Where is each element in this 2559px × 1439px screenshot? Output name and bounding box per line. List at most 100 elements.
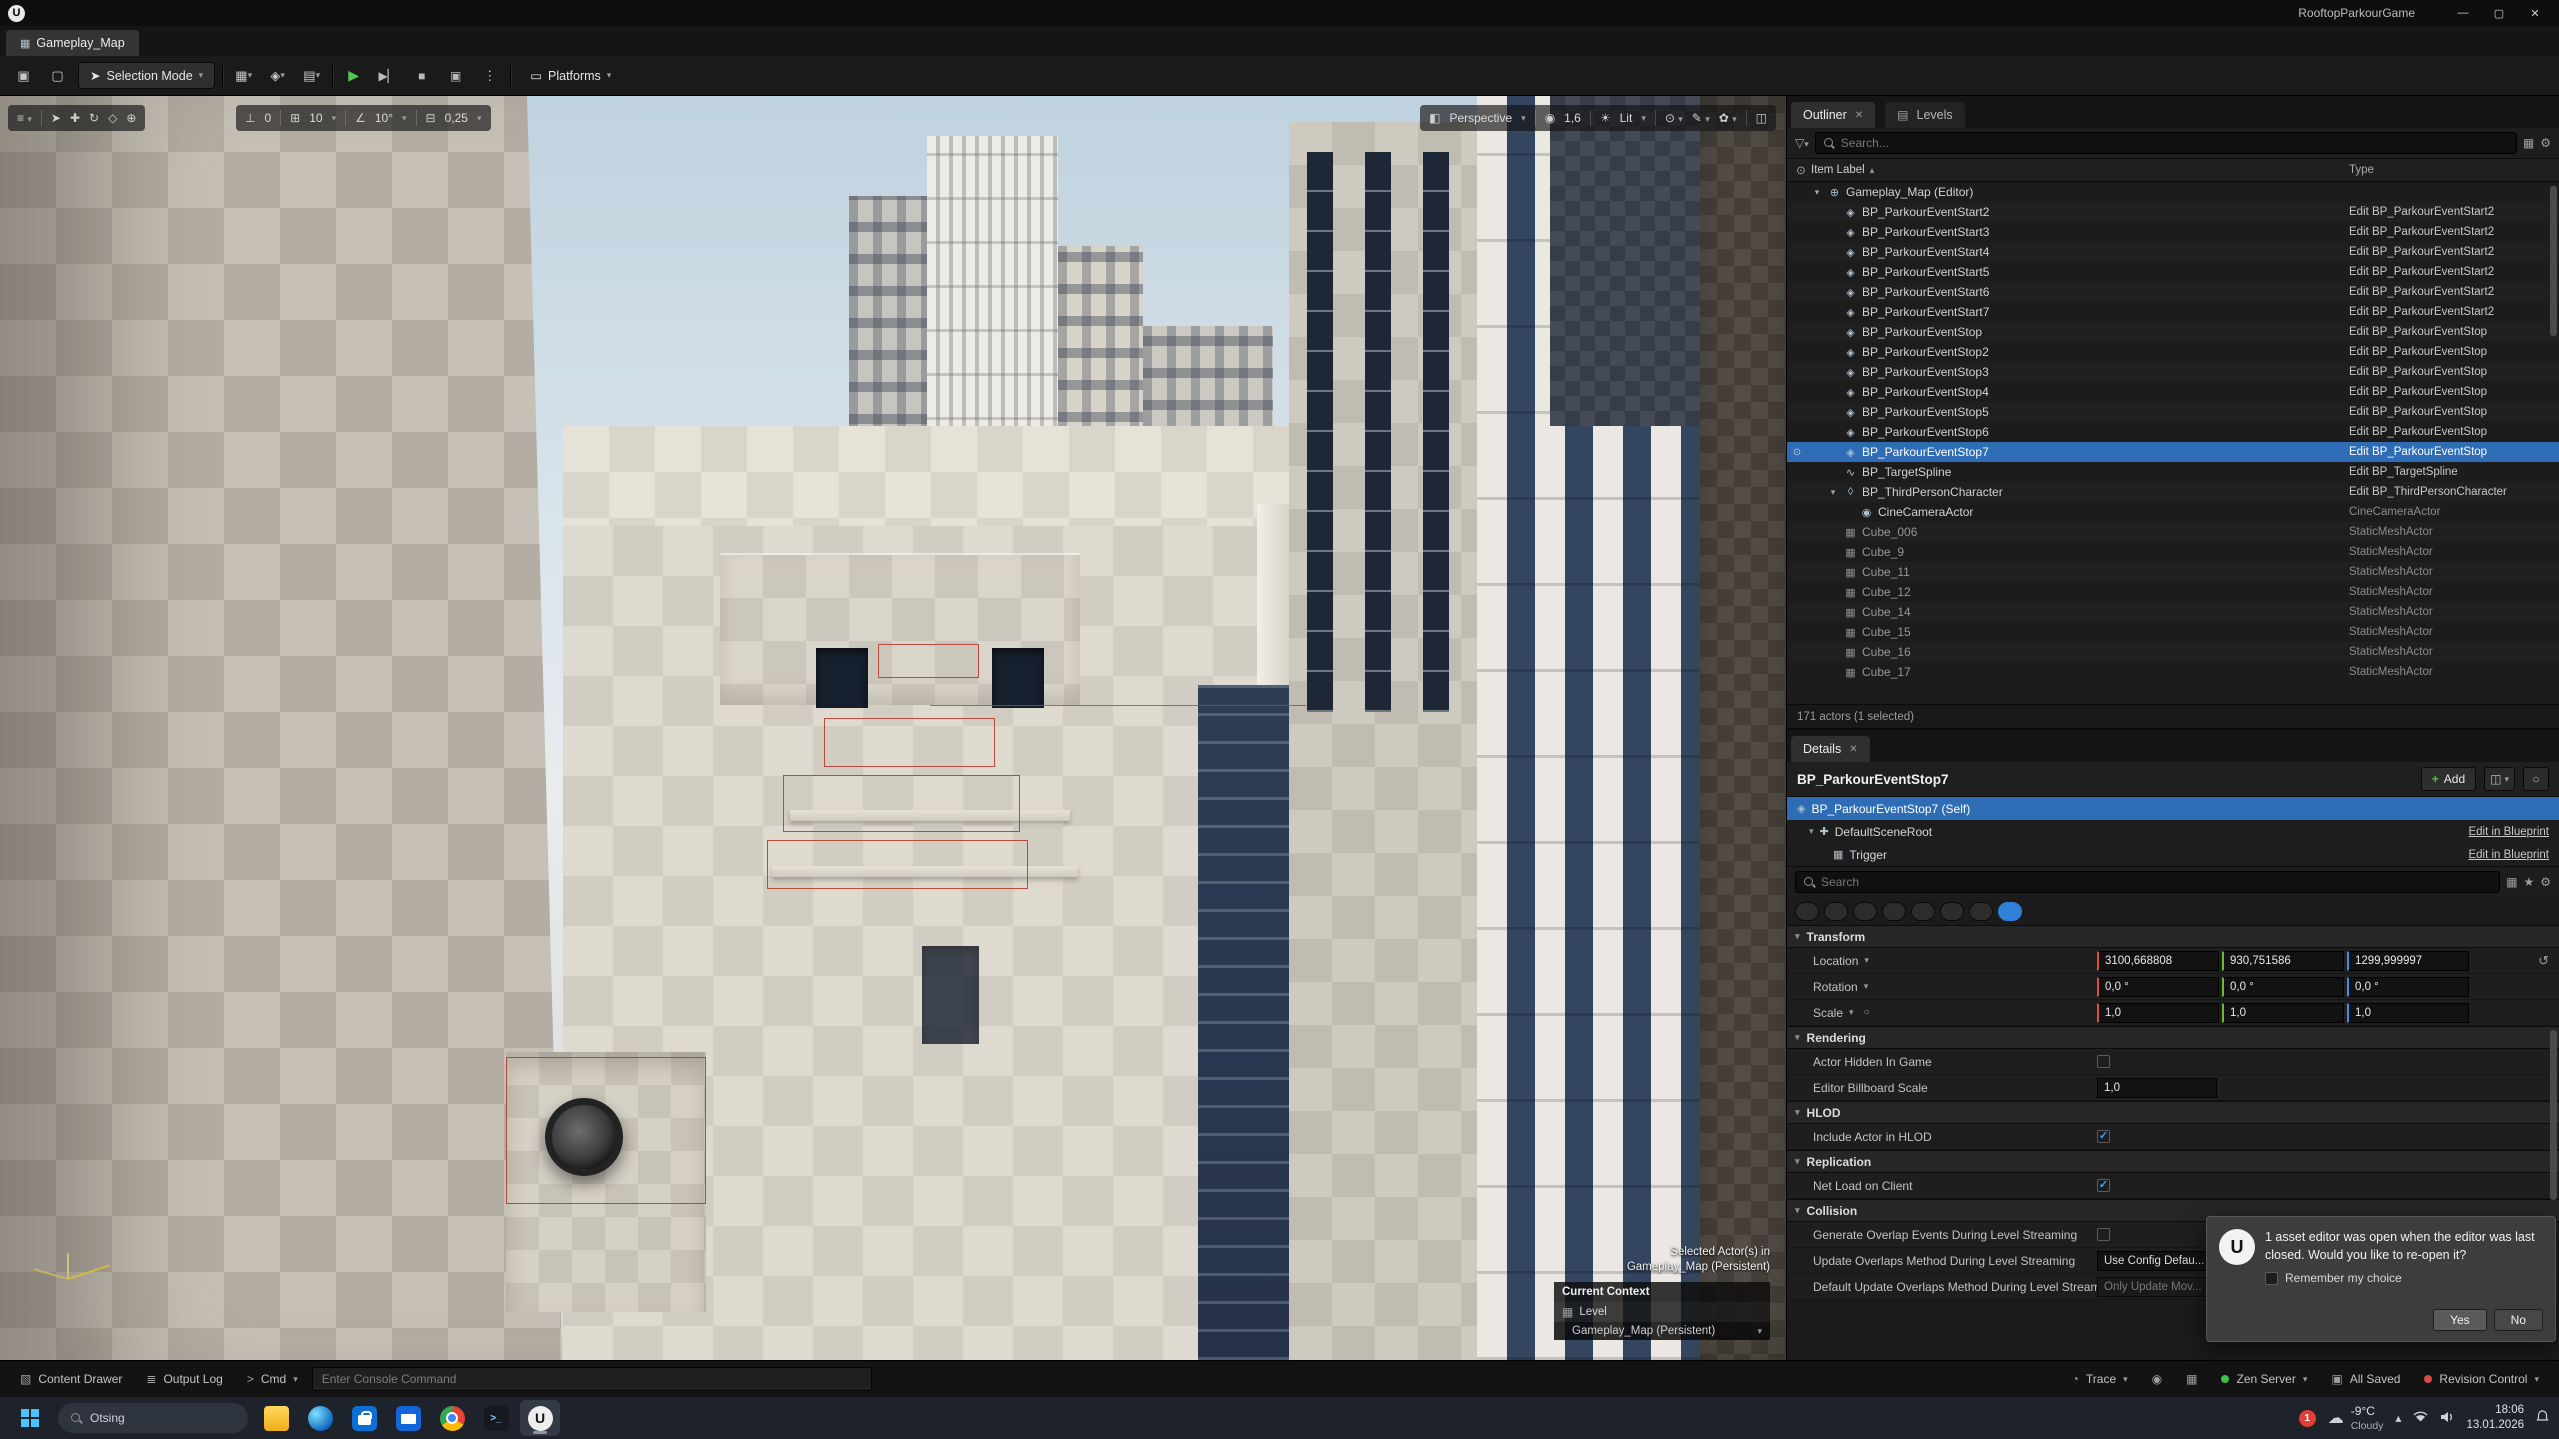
notification-badge[interactable]: 1	[2299, 1410, 2316, 1427]
outliner-row[interactable]: ◈ BP_ParkourEventStart5 Edit BP_ParkourE…	[1787, 262, 2559, 282]
outliner-row[interactable]: ▦ Cube_15 StaticMeshActor	[1787, 622, 2559, 642]
actor-type-link[interactable]: Edit BP_ParkourEventStop	[2349, 406, 2555, 418]
filter-chip[interactable]	[1998, 902, 2022, 921]
quad-layout-icon[interactable]: ◫	[1756, 111, 1767, 125]
taskbar-app[interactable]	[344, 1400, 384, 1436]
notification-bell-icon[interactable]	[2536, 1410, 2549, 1426]
volume-icon[interactable]	[2440, 1411, 2454, 1426]
revision-control-dropdown[interactable]: Revision Control▾	[2414, 1366, 2549, 1392]
actor-type-link[interactable]: Edit BP_ParkourEventStart2	[2349, 226, 2555, 238]
menu-item[interactable]	[51, 9, 69, 17]
platforms-dropdown[interactable]: ▭ Platforms ▾	[518, 62, 623, 89]
frame-skip-button[interactable]: ▶▏	[374, 62, 401, 89]
filter-chip[interactable]	[1969, 902, 1993, 921]
location-x-field[interactable]: 3100,668808	[2097, 951, 2219, 971]
actor-type-link[interactable]: Edit BP_ParkourEventStop	[2349, 386, 2555, 398]
actor-type-link[interactable]: Edit BP_ParkourEventStop	[2349, 446, 2555, 458]
location-z-field[interactable]: 1299,999997	[2347, 951, 2469, 971]
taskbar-app[interactable]	[388, 1400, 428, 1436]
filter-chip[interactable]	[1911, 902, 1935, 921]
outliner-row[interactable]: ◈ BP_ParkourEventStart6 Edit BP_ParkourE…	[1787, 282, 2559, 302]
details-search-input[interactable]	[1821, 875, 2492, 889]
selection-mode-dropdown[interactable]: ➤ Selection Mode ▾	[78, 62, 215, 89]
reset-location-icon[interactable]: ↺	[2538, 953, 2549, 969]
outliner-row[interactable]: ▦ Cube_12 StaticMeshActor	[1787, 582, 2559, 602]
actor-hidden-checkbox[interactable]	[2097, 1055, 2110, 1068]
viewmode-options-icon[interactable]: ✎ ▾	[1692, 111, 1710, 125]
outliner-row[interactable]: ◈ BP_ParkourEventStart3 Edit BP_ParkourE…	[1787, 222, 2559, 242]
tab-details[interactable]: Details ✕	[1791, 736, 1870, 762]
expander-icon[interactable]: ▾	[1827, 487, 1839, 498]
actor-type-link[interactable]: StaticMeshActor	[2349, 646, 2555, 658]
clock-widget[interactable]: 18:06 13.01.2026	[2466, 1403, 2524, 1433]
outliner-search-box[interactable]	[1815, 132, 2517, 154]
taskbar-app[interactable]	[300, 1400, 340, 1436]
component-scene-root-row[interactable]: ▾ ✚ DefaultSceneRoot Edit in Blueprint	[1787, 820, 2559, 843]
scale-snap-icon[interactable]: ⊟	[426, 111, 436, 125]
show-flags-icon[interactable]: ⊙ ▾	[1665, 111, 1683, 125]
filter-chip[interactable]	[1824, 902, 1848, 921]
taskbar-app[interactable]	[476, 1400, 516, 1436]
console-command-input[interactable]	[312, 1367, 872, 1391]
actor-type-link[interactable]: Edit BP_ParkourEventStart2	[2349, 286, 2555, 298]
outliner-row[interactable]: ◈ BP_ParkourEventStop3 Edit BP_ParkourEv…	[1787, 362, 2559, 382]
menu-item[interactable]	[33, 9, 51, 17]
outliner-row[interactable]: ▦ Cube_11 StaticMeshActor	[1787, 562, 2559, 582]
tab-levels[interactable]: ▤ Levels	[1885, 102, 1964, 128]
output-log-button[interactable]: ≣Output Log	[136, 1366, 232, 1392]
filter-chip[interactable]	[1940, 902, 1964, 921]
rotation-y-field[interactable]: 0,0 °	[2222, 977, 2344, 997]
actor-type-link[interactable]: StaticMeshActor	[2349, 526, 2555, 538]
tab-gameplay-map[interactable]: ▦ Gameplay_Map	[6, 30, 139, 56]
yes-button[interactable]: Yes	[2433, 1309, 2487, 1331]
outliner-row[interactable]: ▾ ◊ BP_ThirdPersonCharacter Edit BP_Thir…	[1787, 482, 2559, 502]
billboard-scale-field[interactable]: 1,0	[2097, 1078, 2217, 1098]
outliner-row[interactable]: ◈ BP_ParkourEventStop6 Edit BP_ParkourEv…	[1787, 422, 2559, 442]
wifi-icon[interactable]	[2413, 1411, 2428, 1426]
actor-type-link[interactable]: Edit BP_ParkourEventStart2	[2349, 246, 2555, 258]
minimize-button[interactable]: —	[2445, 0, 2481, 26]
outliner-row[interactable]: ▦ Cube_17 StaticMeshActor	[1787, 662, 2559, 682]
outliner-row[interactable]: ◈ BP_ParkourEventStop Edit BP_ParkourEve…	[1787, 322, 2559, 342]
taskbar-app[interactable]	[432, 1400, 472, 1436]
menu-item[interactable]	[159, 9, 177, 17]
filter-chip[interactable]	[1795, 902, 1819, 921]
details-view-options-button[interactable]: ◫▾	[2484, 767, 2515, 791]
actor-type-link[interactable]: Edit BP_ParkourEventStop	[2349, 326, 2555, 338]
select-tool-icon[interactable]: ➤	[51, 111, 61, 125]
remember-checkbox[interactable]	[2265, 1272, 2278, 1285]
net-load-checkbox[interactable]	[2097, 1179, 2110, 1192]
scale-dropdown[interactable]: Scale▾○	[1813, 1006, 2097, 1020]
details-scrollbar[interactable]	[2550, 1030, 2557, 1200]
actor-type-link[interactable]: Edit BP_ParkourEventStop	[2349, 426, 2555, 438]
viewport-3d-scene[interactable]: ≡ ▾ ➤ ✚ ↻ ◇ ⊕ ⊥ 0 ⊞ 10▾ ∠ 10°▾ ⊟ 0,25▾	[0, 96, 1786, 1360]
no-button[interactable]: No	[2494, 1309, 2543, 1331]
outliner-row[interactable]: ▦ Cube_006 StaticMeshActor	[1787, 522, 2559, 542]
viewport-settings-icon[interactable]: ✿ ▾	[1719, 111, 1737, 125]
section-hlod[interactable]: ▾HLOD	[1787, 1101, 2559, 1124]
scale-z-field[interactable]: 1,0	[2347, 1003, 2469, 1023]
actor-snap-value[interactable]: 0	[264, 111, 271, 125]
outliner-settings-icon[interactable]: ⚙	[2540, 136, 2551, 150]
section-transform[interactable]: ▾Transform	[1787, 925, 2559, 948]
menu-item[interactable]	[69, 9, 87, 17]
camera-mode-dropdown[interactable]: Perspective	[1449, 111, 1512, 125]
actor-type-link[interactable]: StaticMeshActor	[2349, 586, 2555, 598]
edit-in-blueprint-link[interactable]: Edit in Blueprint	[2468, 826, 2549, 838]
location-dropdown[interactable]: Location▾	[1813, 954, 2097, 968]
cmd-dropdown[interactable]: >Cmd▾	[237, 1366, 308, 1392]
actor-type-link[interactable]: Edit BP_ThirdPersonCharacter	[2349, 486, 2555, 498]
actor-type-link[interactable]: Edit BP_ParkourEventStart2	[2349, 206, 2555, 218]
actor-type-link[interactable]: Edit BP_TargetSpline	[2349, 466, 2555, 478]
rotate-tool-icon[interactable]: ↻	[89, 111, 99, 125]
generate-overlap-checkbox[interactable]	[2097, 1228, 2110, 1241]
actor-type-link[interactable]: CineCameraActor	[2349, 506, 2555, 518]
menu-item[interactable]	[141, 9, 159, 17]
scale-snap-value[interactable]: 0,25	[445, 111, 468, 125]
visibility-eye-icon[interactable]: ⊙	[1787, 447, 1807, 458]
visibility-column-icon[interactable]: ⊙	[1791, 163, 1811, 177]
viewport-menu-icon[interactable]: ≡ ▾	[17, 111, 32, 125]
outliner-row[interactable]: ▦ Cube_9 StaticMeshActor	[1787, 542, 2559, 562]
play-options-dots-icon[interactable]: ⋮	[476, 62, 503, 89]
actor-type-link[interactable]: Edit BP_ParkourEventStart2	[2349, 306, 2555, 318]
